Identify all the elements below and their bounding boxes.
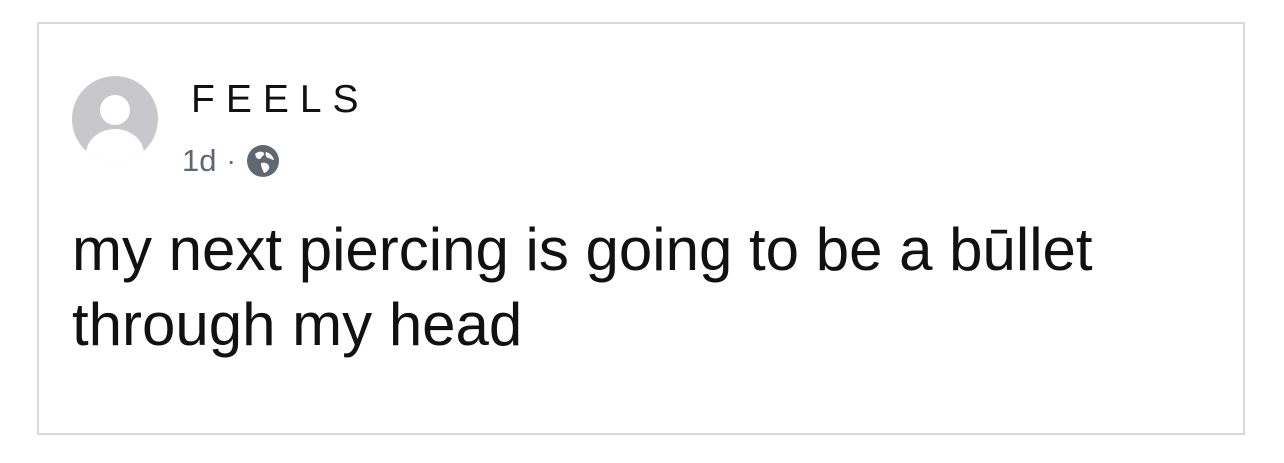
author-avatar[interactable]: [72, 76, 158, 162]
default-avatar-icon: [100, 95, 130, 125]
avatar-body-shape: [86, 129, 144, 162]
meta-separator: ·: [226, 145, 236, 176]
post-text: my next piercing is going to be a būllet…: [72, 216, 1093, 358]
globe-icon[interactable]: [246, 144, 280, 178]
post-meta: 1d ·: [182, 142, 280, 180]
post-card: FEELS 1d · my next piercing is going to …: [37, 22, 1245, 435]
post-timestamp[interactable]: 1d: [182, 143, 216, 179]
author-name[interactable]: FEELS: [191, 80, 370, 119]
